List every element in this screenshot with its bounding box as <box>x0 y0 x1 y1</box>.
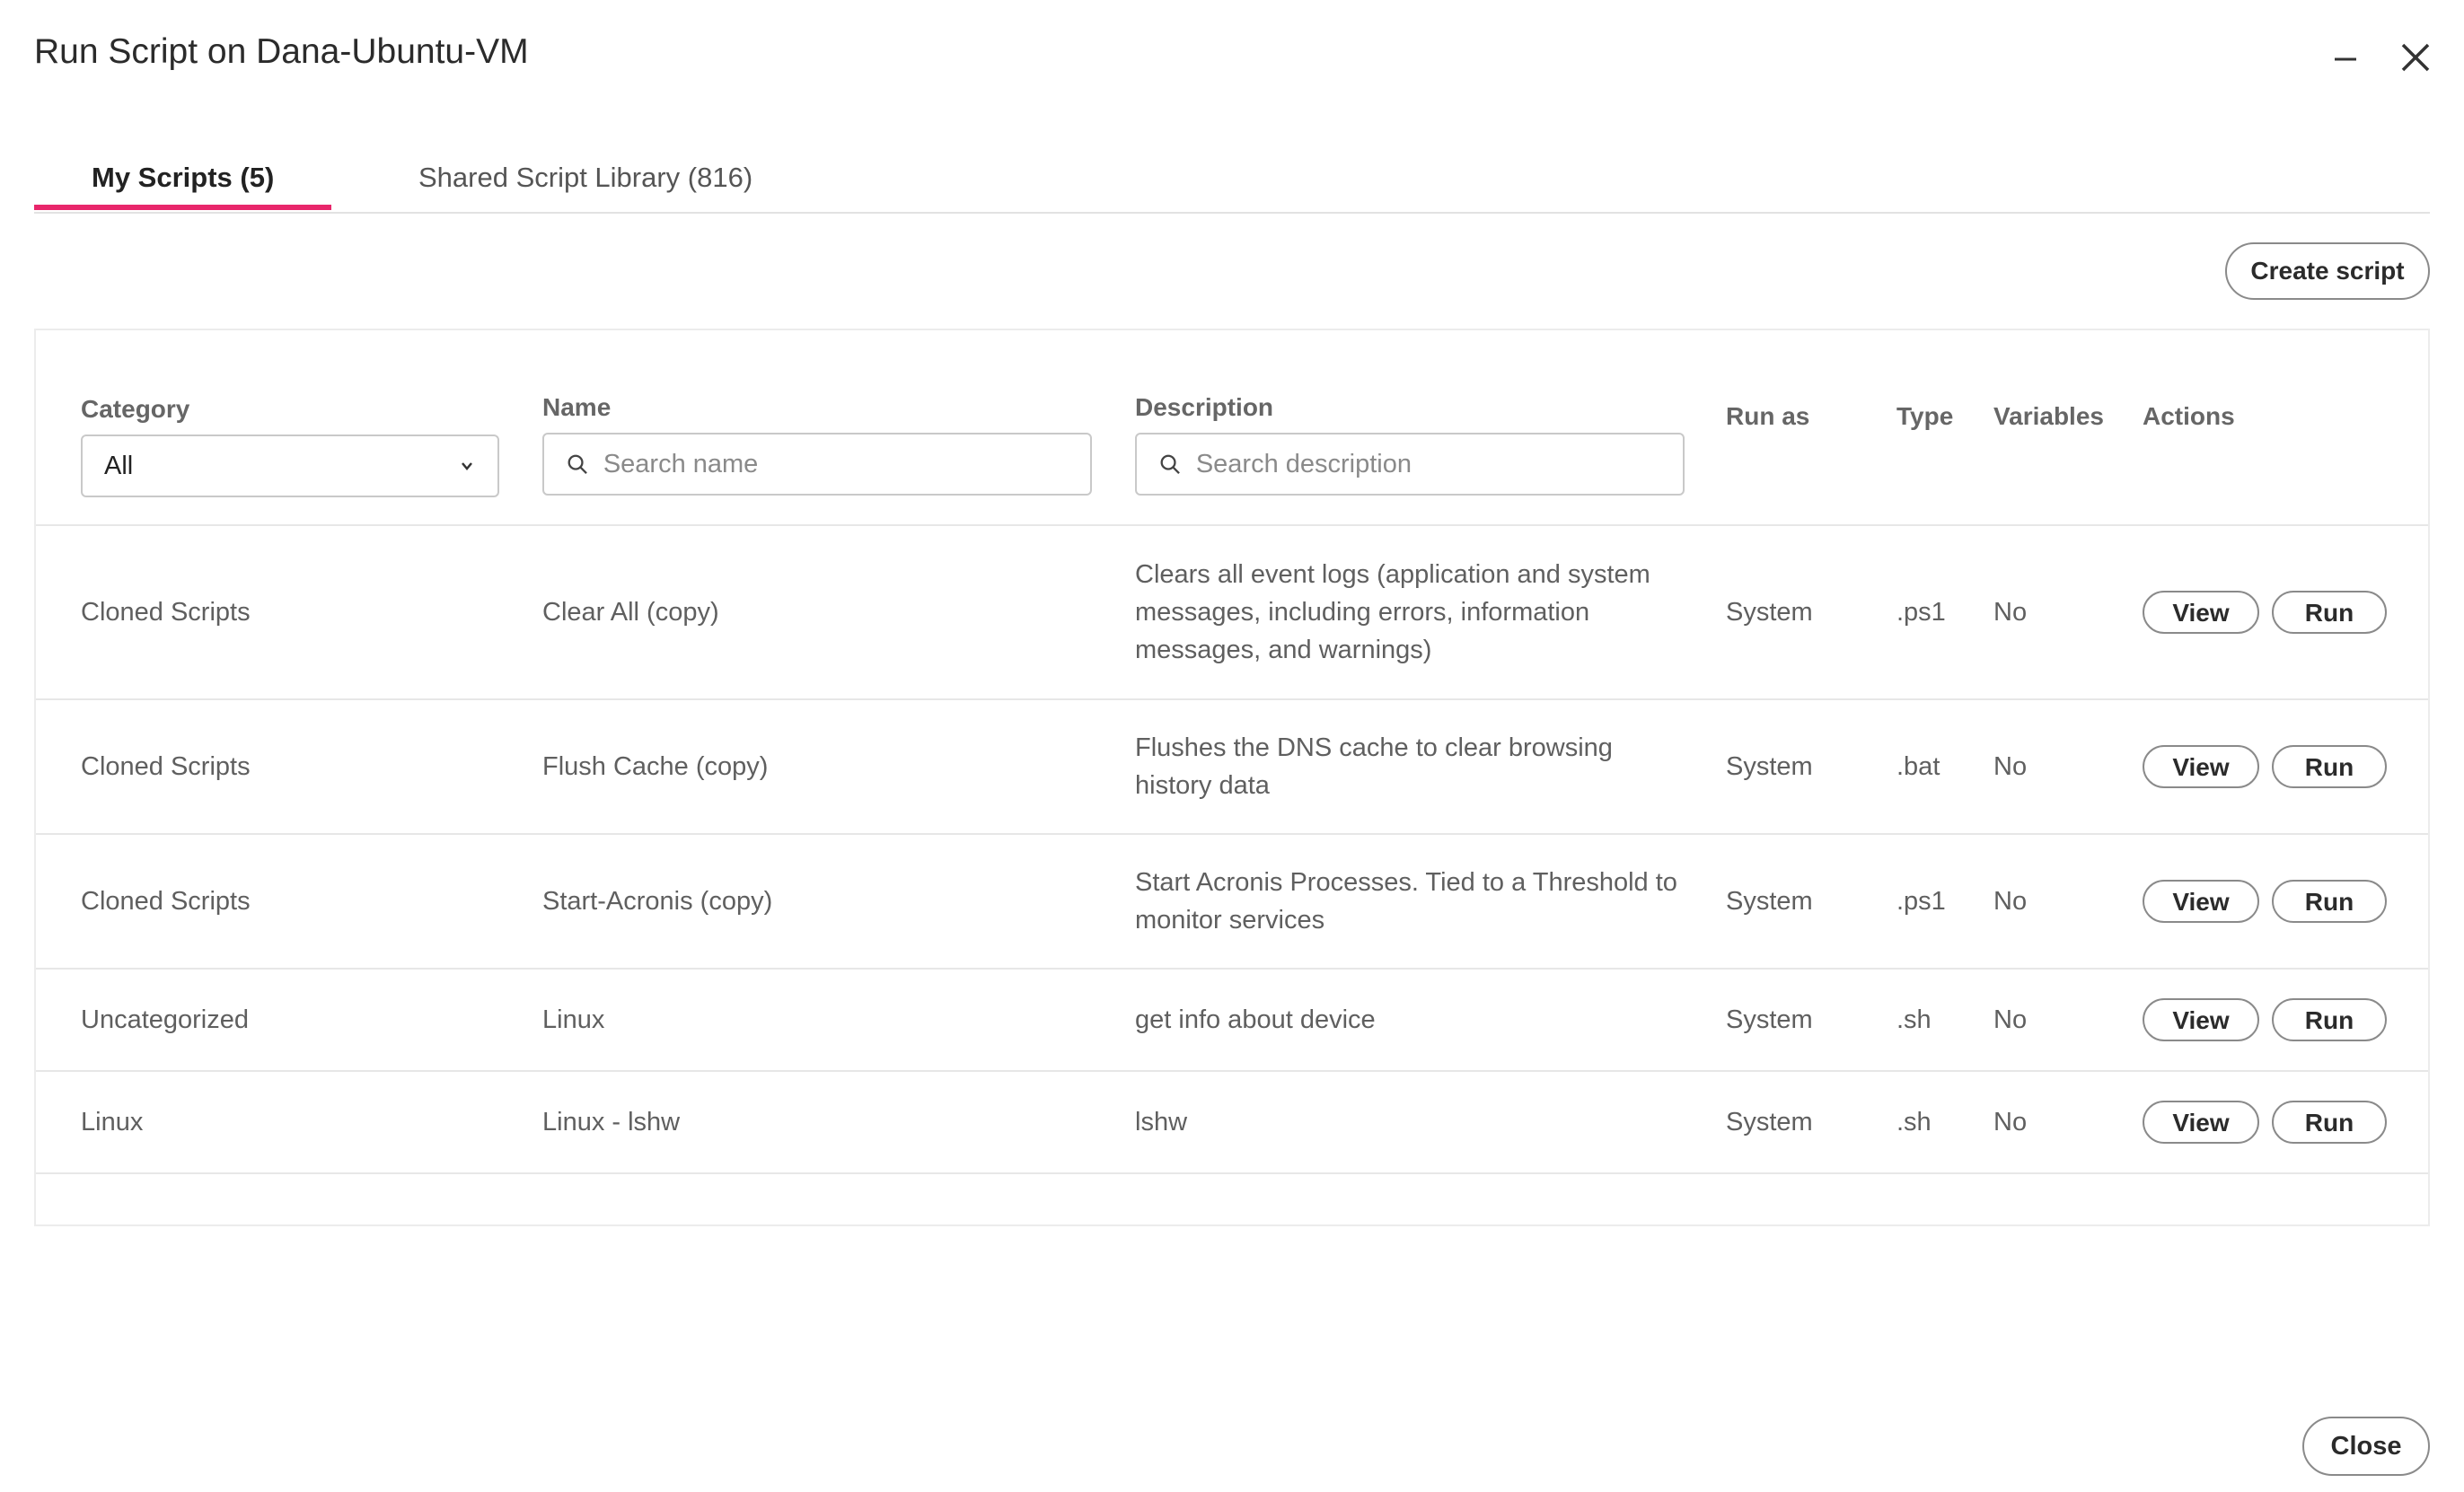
row-type: .ps1 <box>1896 598 1946 627</box>
row-description: Clears all event logs (application and s… <box>1135 560 1650 664</box>
row-description: Start Acronis Processes. Tied to a Thres… <box>1135 868 1677 935</box>
row-variables: No <box>1993 598 2028 627</box>
row-run-as: System <box>1726 1108 1813 1137</box>
run-button[interactable]: Run <box>2272 1101 2387 1144</box>
close-window-button[interactable] <box>2394 36 2437 79</box>
table-row: Cloned Scripts Clear All (copy) Clears a… <box>36 526 2428 698</box>
tab-bar: My Scripts (5) Shared Script Library (81… <box>34 144 2430 214</box>
row-variables: No <box>1993 887 2028 916</box>
row-run-as: System <box>1726 1005 1813 1034</box>
scripts-table: Category Name Description Run as Type Va… <box>34 329 2430 1226</box>
header-type: Type <box>1896 402 1954 430</box>
close-icon <box>2401 43 2430 72</box>
view-button[interactable]: View <box>2143 745 2259 788</box>
search-icon <box>568 454 587 474</box>
row-name: Linux <box>542 1005 605 1034</box>
row-category: Linux <box>81 1108 144 1137</box>
tab-shared-script-library[interactable]: Shared Script Library (816) <box>361 153 810 210</box>
row-name: Linux - lshw <box>542 1108 681 1137</box>
description-search-field[interactable] <box>1135 433 1685 496</box>
header-name: Name <box>542 393 612 421</box>
view-button[interactable]: View <box>2143 880 2259 923</box>
description-search-input[interactable] <box>1193 448 1661 480</box>
table-row: Uncategorized Linux get info about devic… <box>36 970 2428 1070</box>
header-variables: Variables <box>1993 402 2104 430</box>
row-description: lshw <box>1135 1108 1188 1137</box>
divider <box>36 1172 2428 1174</box>
dialog-title: Run Script on Dana-Ubuntu-VM <box>34 32 529 71</box>
row-variables: No <box>1993 1005 2028 1034</box>
chevron-down-icon <box>462 462 472 470</box>
close-button[interactable]: Close <box>2302 1417 2430 1476</box>
view-button[interactable]: View <box>2143 998 2259 1041</box>
name-search-input[interactable] <box>601 448 1069 480</box>
view-button[interactable]: View <box>2143 591 2259 634</box>
row-type: .bat <box>1896 752 1940 781</box>
table-row: Linux Linux - lshw lshw System .sh No Vi… <box>36 1072 2428 1172</box>
row-name: Clear All (copy) <box>542 598 719 627</box>
row-type: .sh <box>1896 1005 1932 1034</box>
category-select[interactable]: All <box>81 434 499 497</box>
row-run-as: System <box>1726 752 1813 781</box>
header-actions: Actions <box>2143 402 2235 430</box>
row-name: Start-Acronis (copy) <box>542 887 773 916</box>
row-category: Cloned Scripts <box>81 752 251 781</box>
row-category: Cloned Scripts <box>81 887 251 916</box>
row-description: Flushes the DNS cache to clear browsing … <box>1135 733 1613 800</box>
view-button[interactable]: View <box>2143 1101 2259 1144</box>
row-run-as: System <box>1726 598 1813 627</box>
tab-my-scripts[interactable]: My Scripts (5) <box>34 153 332 210</box>
row-category: Uncategorized <box>81 1005 249 1034</box>
table-row: Cloned Scripts Start-Acronis (copy) Star… <box>36 835 2428 968</box>
header-category: Category <box>81 395 190 423</box>
row-type: .ps1 <box>1896 887 1946 916</box>
row-variables: No <box>1993 752 2028 781</box>
row-run-as: System <box>1726 887 1813 916</box>
run-button[interactable]: Run <box>2272 880 2387 923</box>
row-name: Flush Cache (copy) <box>542 752 769 781</box>
row-description: get info about device <box>1135 1005 1376 1034</box>
run-button[interactable]: Run <box>2272 591 2387 634</box>
row-variables: No <box>1993 1108 2028 1137</box>
category-select-value: All <box>104 451 134 480</box>
header-run-as: Run as <box>1726 402 1810 430</box>
create-script-button[interactable]: Create script <box>2225 242 2430 300</box>
minimize-icon <box>2335 57 2356 61</box>
row-category: Cloned Scripts <box>81 598 251 627</box>
name-search-field[interactable] <box>542 433 1092 496</box>
run-button[interactable]: Run <box>2272 998 2387 1041</box>
table-row: Cloned Scripts Flush Cache (copy) Flushe… <box>36 700 2428 833</box>
row-type: .sh <box>1896 1108 1932 1137</box>
search-icon <box>1160 454 1180 474</box>
run-button[interactable]: Run <box>2272 745 2387 788</box>
minimize-button[interactable] <box>2324 36 2367 79</box>
header-description: Description <box>1135 393 1274 421</box>
